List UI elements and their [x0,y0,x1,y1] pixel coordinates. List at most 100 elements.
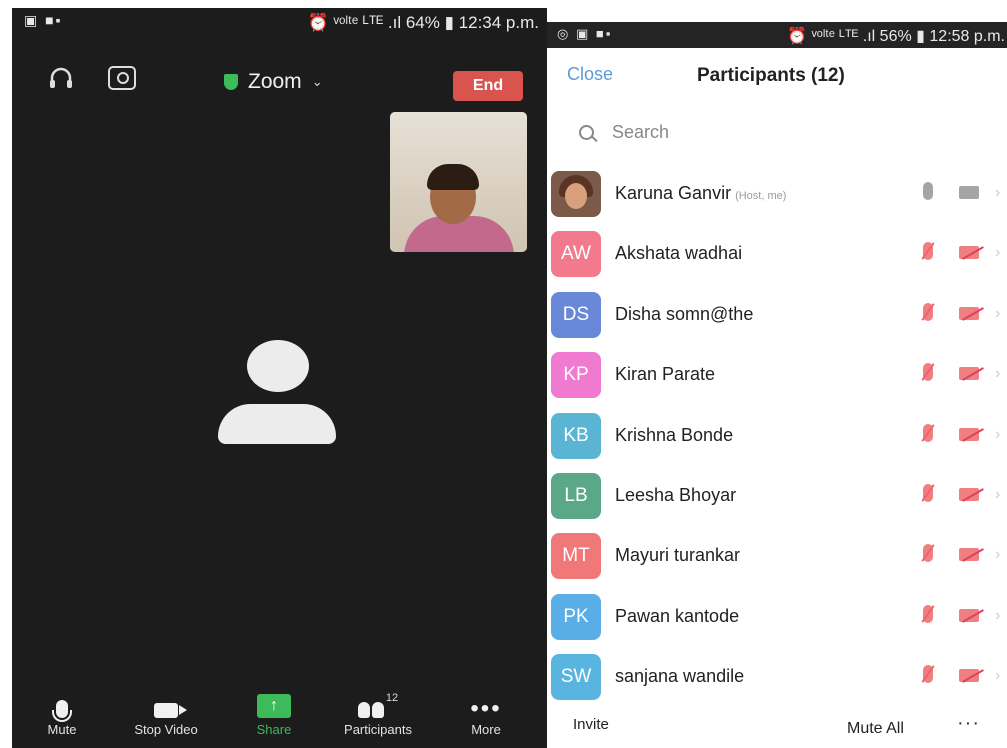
search-placeholder: Search [612,121,670,142]
participant-name: Krishna Bonde [615,425,733,446]
close-button[interactable]: Close [567,64,613,85]
video-off-icon [959,306,979,320]
mute-label: Mute [47,722,77,737]
stop-video-button[interactable]: Stop Video [116,688,216,737]
muted-microphone-icon [923,242,933,261]
participants-label: Participants [344,722,412,737]
avatar: KP [551,352,601,399]
share-arrow-icon: ↑ [257,694,291,718]
participant-name: Leesha Bhoyar [615,485,736,506]
avatar: SW [551,654,601,701]
participants-count-badge: 12 [385,692,399,704]
video-off-icon [959,488,979,501]
video-off-icon [959,669,979,683]
search-input[interactable]: Search [567,112,997,152]
microphone-icon [923,182,933,200]
mute-all-button[interactable]: Mute All [847,720,904,738]
avatar [551,171,601,217]
chevron-right-icon: › [995,425,1001,443]
muted-microphone-icon [923,302,933,321]
more-options-button[interactable]: ··· [957,712,980,735]
participant-row[interactable]: SW sanjana wandile › [547,647,1007,707]
share-button[interactable]: ↑ Share [224,688,324,737]
participant-row[interactable]: AW Akshata wadhai › [547,224,1007,284]
participant-name-text: Kiran Parate [615,364,716,385]
participant-row[interactable]: DS Disha somn@the › [547,285,1007,345]
switch-camera-icon[interactable] [108,66,136,90]
search-icon [579,124,594,140]
status-right: ⏰ ᵛᵒˡᵗᵉ ᴸᵀᴱ .ıl 56% ▮ 12:58 p.m. [787,28,1005,45]
participant-row[interactable]: Karuna Ganvir (Host, me) › [547,164,1007,224]
muted-microphone-icon [923,544,933,563]
participant-name-text: Leesha Bhoyar [615,485,737,505]
participants-footer: Invite Mute All ··· [547,712,1007,748]
participants-button[interactable]: 12 Participants [328,688,428,737]
muted-microphone-icon [923,363,933,382]
chevron-right-icon: › [995,244,1001,262]
avatar: MT [551,533,601,580]
status-icons: ▣ ■▪ [24,12,63,28]
video-off-icon [959,367,979,381]
chevron-right-icon: › [995,546,1001,564]
participant-role-tag: (Host, me) [735,190,787,202]
avatar: LB [551,473,601,519]
video-off-icon [959,548,979,562]
video-camera-icon [959,186,979,199]
meeting-screen: ▣ ■▪ ⏰ ᵛᵒˡᵗᵉ ᴸᵀᴱ .ıl 64% ▮ 12:34 p.m. Zo… [12,8,547,748]
video-off-icon [959,427,979,441]
more-dots-icon: ••• [470,695,502,722]
meeting-toolbar: Mute Stop Video ↑ Share 12 Participants … [12,688,547,748]
participant-name: Karuna Ganvir (Host, me) [615,183,786,204]
mute-button[interactable]: Mute [12,688,112,737]
share-label: Share [256,722,292,737]
participant-row[interactable]: KP Kiran Parate › [547,345,1007,405]
status-bar: ▣ ■▪ ⏰ ᵛᵒˡᵗᵉ ᴸᵀᴱ .ıl 64% ▮ 12:34 p.m. [12,8,547,38]
microphone-icon [52,700,72,722]
chevron-right-icon: › [995,667,1001,685]
participant-name: Disha somn@the [615,304,753,325]
avatar: AW [551,231,601,278]
participants-header: Close Participants (12) [547,50,1007,100]
participant-name-text: sanjana wandile [615,666,745,687]
avatar: PK [551,593,601,640]
page-title: Participants (12) [697,65,845,86]
participant-row[interactable]: PK Pawan kantode › [547,587,1007,647]
video-off-icon [959,608,979,622]
more-label: More [471,722,501,737]
chevron-right-icon: › [995,304,1001,322]
chevron-right-icon: › [995,365,1001,383]
participant-name-text: Akshata wadhai [615,243,743,264]
status-right: ⏰ ᵛᵒˡᵗᵉ ᴸᵀᴱ .ıl 64% ▮ 12:34 p.m. [307,13,539,32]
video-off-icon [959,246,979,260]
chevron-right-icon: › [995,606,1001,624]
participant-row[interactable]: MT Mayuri turankar › [547,526,1007,586]
participant-name: Akshata wadhai [615,243,742,264]
status-icons: ◎ ▣ ■▪ [557,26,613,41]
participants-screen: ◎ ▣ ■▪ ⏰ ᵛᵒˡᵗᵉ ᴸᵀᴱ .ıl 56% ▮ 12:58 p.m. … [547,22,1007,748]
meeting-title[interactable]: Zoom ⌄ [224,70,323,94]
participant-row[interactable]: KB Krishna Bonde › [547,406,1007,466]
participant-name: sanjana wandile [615,666,744,687]
participant-avatar-placeholder [218,340,336,450]
participant-name: Pawan kantode [615,606,739,627]
participant-name-text: Krishna Bonde [615,424,734,445]
end-button[interactable]: End [453,71,523,101]
participant-name-text: Disha somn@the [615,303,754,324]
muted-microphone-icon [923,484,933,502]
muted-microphone-icon [923,423,933,442]
more-button[interactable]: ••• More [436,688,536,738]
participant-row[interactable]: LB Leesha Bhoyar › [547,466,1007,526]
self-video-thumbnail[interactable] [390,112,527,252]
avatar: DS [551,291,601,338]
chevron-right-icon: › [995,184,1001,201]
avatar: KB [551,412,601,459]
invite-button[interactable]: Invite [573,716,609,733]
participant-name-text: Mayuri turankar [615,545,741,566]
chevron-right-icon: › [995,486,1001,503]
participant-name-text: Pawan kantode [615,605,740,626]
participant-name-text: Karuna Ganvir [615,183,732,203]
participant-name: Mayuri turankar [615,545,740,566]
audio-icon[interactable] [48,66,74,92]
participant-name: Kiran Parate [615,364,715,385]
chevron-down-icon: ⌄ [311,74,323,89]
